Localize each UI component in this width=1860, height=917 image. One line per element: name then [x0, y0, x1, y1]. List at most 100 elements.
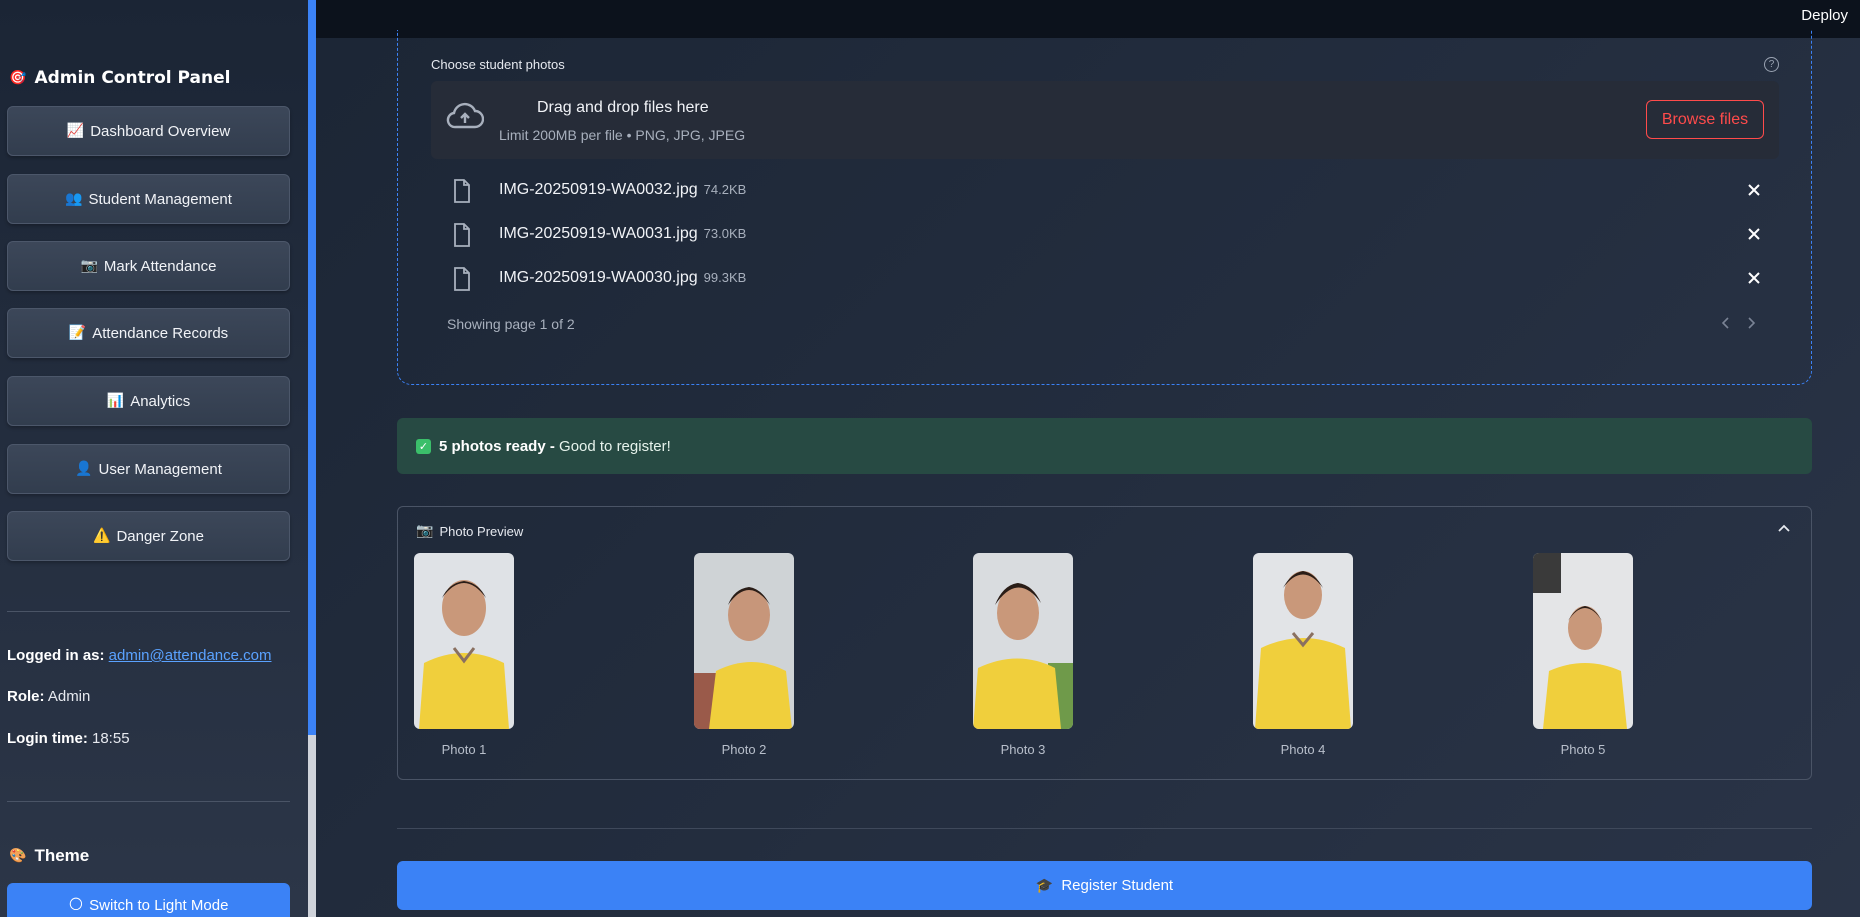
nav-label: Attendance Records: [92, 324, 229, 342]
login-time-value: 18:55: [92, 730, 130, 747]
file-name: IMG-20250919-WA0031.jpg: [499, 225, 698, 242]
warning-icon: ⚠️: [93, 528, 111, 544]
nav-mark-attendance-button[interactable]: 📷 Mark Attendance: [7, 241, 290, 291]
file-size: 99.3KB: [703, 270, 747, 285]
cloud-upload-icon: [446, 102, 484, 129]
success-alert: ✓ 5 photos ready - Good to register!: [397, 418, 1812, 474]
theme-title-text: Theme: [34, 846, 90, 865]
logged-in-info: Logged in as: admin@attendance.com: [7, 647, 272, 664]
file-name: IMG-20250919-WA0030.jpg: [499, 269, 698, 286]
photo-caption: Photo 4: [1280, 742, 1326, 757]
uploaded-file-row: IMG-20250919-WA0032.jpg 74.2KB: [431, 176, 1779, 206]
switch-theme-button[interactable]: 🌕 Switch to Light Mode: [7, 883, 290, 917]
role-label: Role:: [7, 688, 45, 705]
chart-up-icon: 📈: [66, 123, 85, 139]
close-icon[interactable]: [1747, 271, 1761, 285]
nav-label: Mark Attendance: [103, 257, 217, 275]
nav-label: User Management: [98, 460, 222, 478]
file-icon: [454, 179, 470, 203]
success-text: Good to register!: [554, 437, 671, 455]
camera-icon: 📷: [80, 258, 98, 274]
photo-thumbnail: [1533, 553, 1633, 729]
photo-preview-title: Photo Preview: [439, 523, 524, 539]
close-icon[interactable]: [1747, 183, 1761, 197]
photo-caption: Photo 1: [441, 742, 487, 757]
nav-danger-zone-button[interactable]: ⚠️ Danger Zone: [7, 511, 290, 561]
file-name-group: IMG-20250919-WA0032.jpg 74.2KB: [499, 181, 746, 199]
photo-image: [1253, 553, 1353, 729]
success-bold: 5 photos ready -: [439, 437, 555, 455]
register-student-button[interactable]: 🎓 Register Student: [397, 861, 1812, 910]
sidebar-scrollbar-thumb[interactable]: [308, 0, 316, 735]
logged-in-label: Logged in as:: [7, 647, 105, 664]
check-icon: ✓: [416, 438, 431, 454]
browse-files-button[interactable]: Browse files: [1646, 100, 1764, 139]
sun-icon: 🌕: [68, 897, 84, 913]
sidebar-title: 🎯 Admin Control Panel: [9, 68, 230, 88]
photo-caption: Photo 2: [721, 742, 767, 757]
uploaded-file-row: IMG-20250919-WA0031.jpg 73.0KB: [431, 220, 1779, 250]
photo-thumbnail: [694, 553, 794, 729]
nav-student-management-button[interactable]: 👥 Student Management: [7, 174, 290, 224]
nav-label: Student Management: [88, 190, 232, 208]
file-name-group: IMG-20250919-WA0031.jpg 73.0KB: [499, 225, 746, 243]
nav-attendance-records-button[interactable]: 📝 Attendance Records: [7, 308, 290, 358]
nav-label: Dashboard Overview: [90, 122, 231, 140]
success-message: 5 photos ready - Good to register!: [439, 438, 671, 455]
upload-label: Choose student photos: [431, 57, 565, 72]
login-time-label: Login time:: [7, 730, 88, 747]
file-name-group: IMG-20250919-WA0030.jpg 99.3KB: [499, 269, 746, 287]
photo-preview-expander: 📷 Photo Preview Photo 1 Photo 2 Photo 3 …: [397, 506, 1812, 780]
photo-preview-header[interactable]: 📷 Photo Preview: [416, 523, 523, 539]
photo-caption: Photo 5: [1560, 742, 1606, 757]
close-icon[interactable]: [1747, 227, 1761, 241]
camera-icon: 📷: [416, 523, 434, 539]
deploy-button[interactable]: Deploy: [1801, 7, 1848, 24]
sidebar: 🎯 Admin Control Panel 📈 Dashboard Overvi…: [0, 0, 308, 917]
logged-in-email-link[interactable]: admin@attendance.com: [109, 647, 272, 664]
chevron-left-icon[interactable]: [1720, 315, 1732, 331]
nav-user-management-button[interactable]: 👤 User Management: [7, 444, 290, 494]
sidebar-divider: [7, 611, 290, 612]
role-value: Admin: [47, 688, 91, 705]
nav-dashboard-overview-button[interactable]: 📈 Dashboard Overview: [7, 106, 290, 156]
dropzone-subtitle: Limit 200MB per file • PNG, JPG, JPEG: [499, 127, 746, 143]
login-time-info: Login time: 18:55: [7, 730, 130, 747]
sidebar-title-text: Admin Control Panel: [34, 68, 231, 88]
photo-thumbnail: [973, 553, 1073, 729]
file-dropzone[interactable]: Drag and drop files here Limit 200MB per…: [431, 81, 1779, 159]
dropzone-title: Drag and drop files here: [537, 99, 709, 116]
palette-icon: 🎨: [9, 848, 27, 864]
file-icon: [454, 267, 470, 291]
nav-analytics-button[interactable]: 📊 Analytics: [7, 376, 290, 426]
bar-chart-icon: 📊: [106, 393, 125, 409]
photo-image: [973, 553, 1073, 729]
graduation-cap-icon: 🎓: [1035, 877, 1054, 894]
photo-image: [1533, 553, 1633, 729]
photo-caption: Photo 3: [1000, 742, 1046, 757]
people-icon: 👥: [65, 191, 83, 207]
nav-label: Danger Zone: [116, 527, 204, 545]
register-student-label: Register Student: [1061, 877, 1174, 894]
help-icon[interactable]: ?: [1764, 57, 1779, 72]
photo-image: [694, 553, 794, 729]
file-name: IMG-20250919-WA0032.jpg: [499, 181, 698, 198]
role-info: Role: Admin: [7, 688, 90, 705]
photo-thumbnail: [414, 553, 514, 729]
photo-thumbnail: [1253, 553, 1353, 729]
pagination-text: Showing page 1 of 2: [447, 316, 575, 332]
nav-label: Analytics: [130, 392, 191, 410]
sidebar-scrollbar[interactable]: [308, 0, 316, 917]
file-size: 73.0KB: [703, 226, 747, 241]
chevron-up-icon[interactable]: [1777, 523, 1791, 533]
memo-icon: 📝: [68, 325, 87, 341]
user-icon: 👤: [75, 461, 93, 477]
file-icon: [454, 223, 470, 247]
switch-theme-label: Switch to Light Mode: [89, 897, 229, 914]
sidebar-divider: [7, 801, 290, 802]
theme-title: 🎨 Theme: [9, 846, 89, 866]
target-icon: 🎯: [9, 70, 27, 86]
chevron-right-icon[interactable]: [1745, 315, 1757, 331]
photo-image: [414, 553, 514, 729]
uploaded-file-row: IMG-20250919-WA0030.jpg 99.3KB: [431, 264, 1779, 294]
